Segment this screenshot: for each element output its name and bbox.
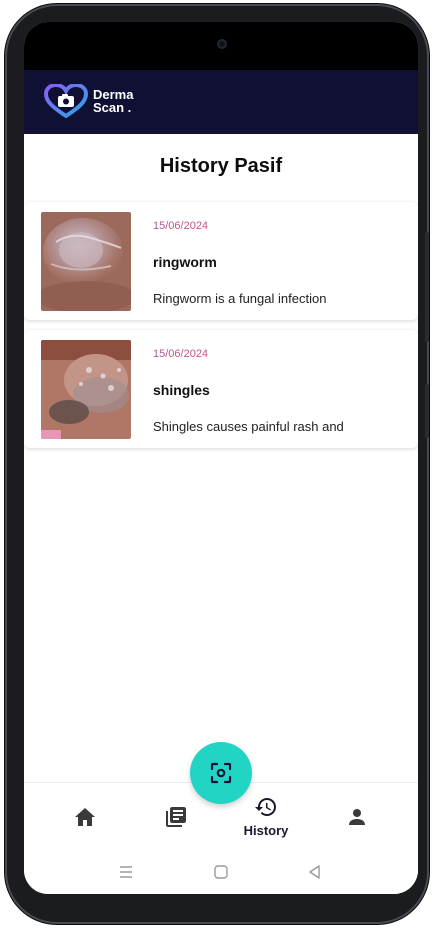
articles-icon	[166, 807, 186, 827]
screen: Derma Scan . History Pasif 15/06/2024 ri…	[24, 22, 418, 894]
page-title: History Pasif	[159, 155, 283, 177]
history-card[interactable]: 15/06/2024 ringworm Ringworm is a fungal…	[24, 202, 418, 320]
history-description: Shingles causes painful rash and	[153, 419, 344, 434]
history-diagnosis: ringworm	[153, 254, 217, 270]
skin-lesion-photo-icon	[41, 212, 131, 311]
dermascan-logo-icon	[44, 84, 88, 118]
recents-icon[interactable]	[118, 864, 134, 880]
scan-icon	[210, 762, 232, 784]
volume-button	[425, 232, 429, 342]
history-card[interactable]: 15/06/2024 shingles Shingles causes pain…	[24, 330, 418, 448]
history-date: 15/06/2024	[153, 220, 209, 232]
phone-frame: Derma Scan . History Pasif 15/06/2024 ri…	[5, 4, 429, 924]
nav-history-label: History	[243, 823, 289, 838]
history-description: Ringworm is a fungal infection	[153, 291, 327, 306]
skin-lesion-photo-icon	[41, 340, 131, 439]
history-date: 15/06/2024	[153, 348, 209, 360]
nav-articles[interactable]	[162, 783, 190, 851]
status-bar	[24, 22, 418, 70]
home-icon	[75, 808, 95, 826]
home-square-icon[interactable]	[213, 864, 229, 880]
brand-name: Derma Scan .	[93, 88, 133, 114]
app-header: Derma Scan .	[24, 70, 418, 134]
profile-icon	[349, 809, 365, 825]
history-diagnosis: shingles	[153, 382, 210, 398]
brand-line-2: Scan .	[93, 100, 132, 115]
nav-history[interactable]: History	[236, 783, 296, 851]
system-navigation-bar	[24, 850, 418, 894]
back-icon[interactable]	[307, 864, 323, 880]
history-icon	[255, 798, 276, 816]
scan-button[interactable]	[190, 742, 252, 804]
power-button	[425, 384, 429, 438]
nav-home[interactable]	[71, 783, 99, 851]
nav-profile[interactable]	[343, 783, 371, 851]
front-camera	[217, 39, 227, 49]
